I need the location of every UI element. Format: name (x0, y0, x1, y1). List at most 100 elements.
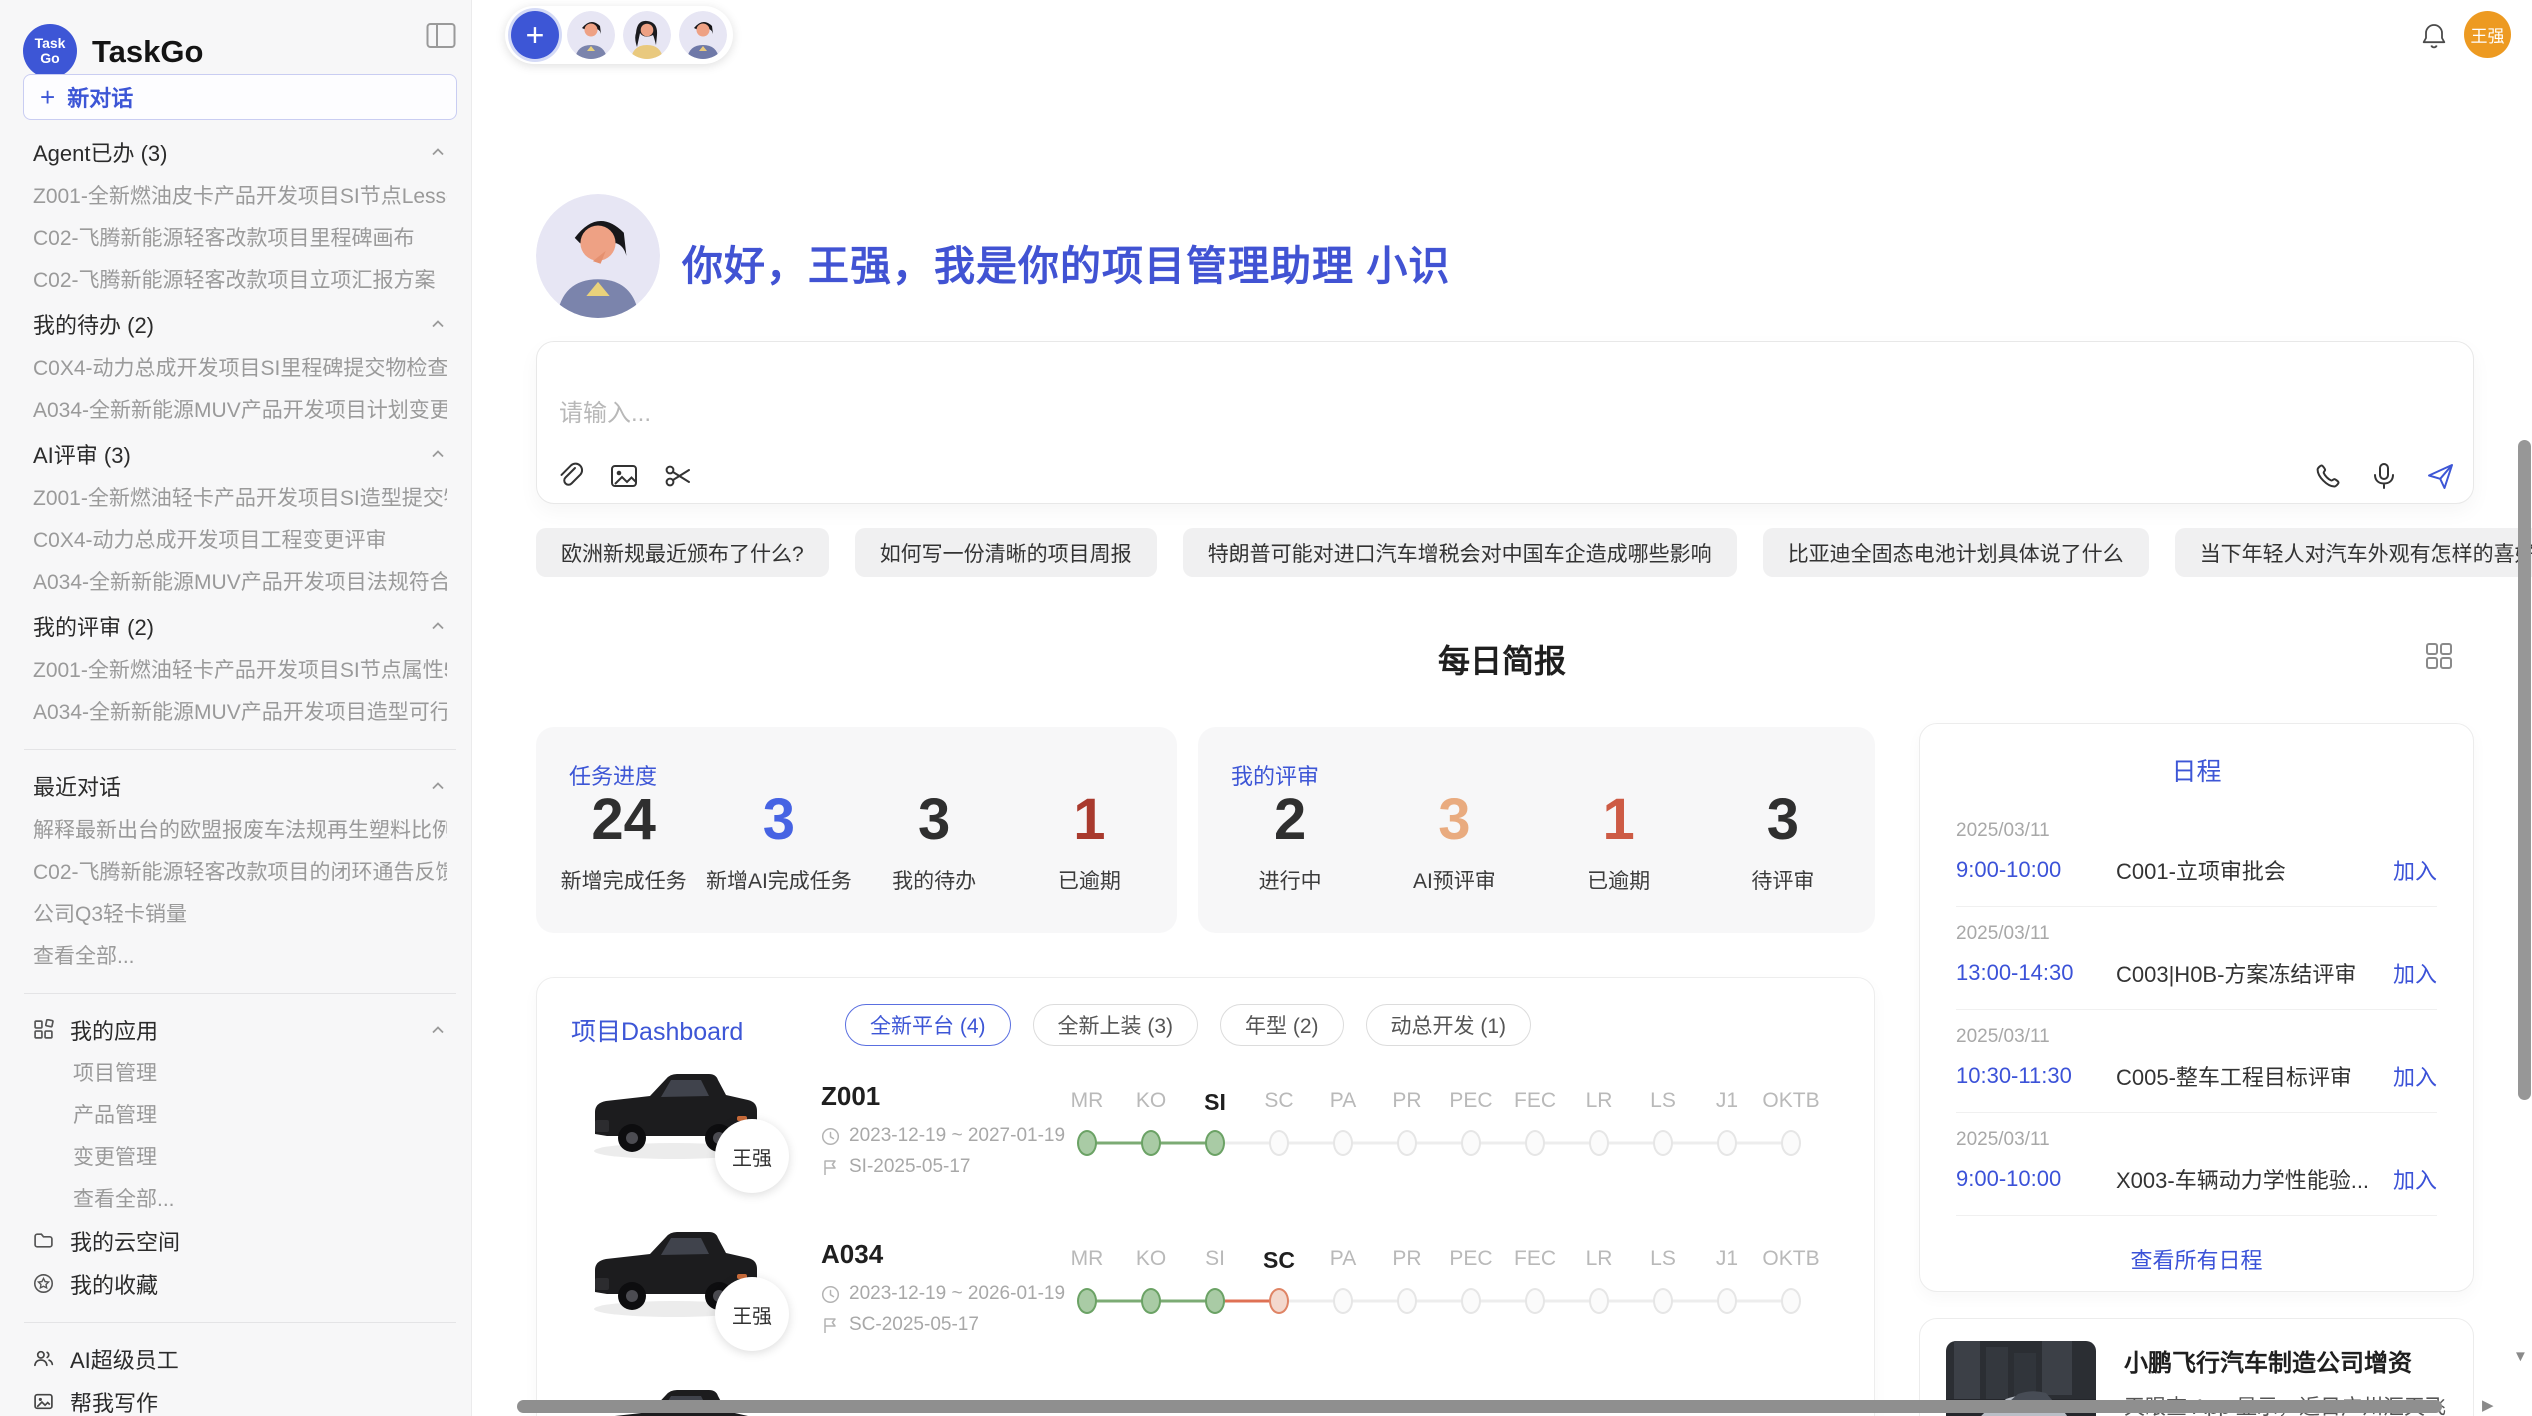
add-agent-button[interactable]: + (511, 11, 559, 59)
dashboard-tab[interactable]: 年型 (2) (1220, 1004, 1344, 1046)
sidebar-section-header[interactable]: 我的评审 (2) (33, 604, 447, 648)
schedule-date: 2025/03/11 (1956, 820, 2437, 842)
sidebar-tool-users[interactable]: AI超级员工 (33, 1337, 447, 1380)
scissors-icon[interactable] (663, 461, 693, 491)
sidebar-item[interactable]: A034-全新新能源MUV产品开发项目法规符合性评审 (33, 560, 447, 602)
dashboard-tab[interactable]: 全新平台 (4) (845, 1004, 1011, 1046)
dashboard-tab[interactable]: 全新上装 (3) (1033, 1004, 1199, 1046)
milestone-cell (1759, 1287, 1823, 1315)
send-icon[interactable] (2425, 461, 2455, 491)
project-code: Z001 (821, 1081, 880, 1112)
chat-input-box[interactable] (536, 341, 2474, 504)
stat-column: 24新增完成任务 (546, 789, 701, 895)
schedule-time: 13:00-14:30 (1956, 960, 2116, 986)
mic-icon[interactable] (2369, 461, 2399, 491)
stat-card-stats: 2进行中3AI预评审1已逾期3待评审 (1208, 789, 1865, 895)
milestone-dot (1141, 1130, 1161, 1156)
sidebar-item[interactable]: C0X4-动力总成开发项目SI里程碑提交物检查 (33, 346, 447, 388)
sidebar-item[interactable]: A034-全新新能源MUV产品开发项目计划变更表编写 (33, 388, 447, 430)
app-window: Task Go TaskGo + 新对话 Agent已办 (3)Z001-全新燃… (0, 0, 2532, 1416)
sidebar-collapse-icon[interactable] (426, 22, 456, 50)
sidebar-section-header[interactable]: Agent已办 (3) (33, 130, 447, 174)
my-apps-label: 我的应用 (70, 1014, 413, 1046)
join-link[interactable]: 加入 (2393, 957, 2437, 989)
sidebar-section-title: 最近对话 (33, 770, 121, 802)
sidebar-app-item[interactable]: 项目管理 (33, 1051, 447, 1093)
sidebar-tool-photo[interactable]: 帮我写作 (33, 1380, 447, 1416)
sidebar-item[interactable]: 公司Q3轻卡销量 (33, 892, 447, 934)
stat-column: 3新增AI完成任务 (701, 789, 856, 895)
sidebar-app-item[interactable]: 变更管理 (33, 1135, 447, 1177)
stat-value: 3 (701, 789, 856, 851)
sidebar-item-folder[interactable]: 我的云空间 (33, 1219, 447, 1262)
project-row[interactable]: 王强A0342023-12-19 ~ 2026-01-19SC-2025-05-… (537, 1199, 1874, 1357)
project-row[interactable]: 王强Z0012023-12-19 ~ 2027-01-19SI-2025-05-… (537, 1041, 1874, 1199)
stat-column: 2进行中 (1208, 789, 1372, 895)
stat-column: 3AI预评审 (1372, 789, 1536, 895)
sidebar-section-header[interactable]: AI评审 (3) (33, 432, 447, 476)
sidebar-item-star[interactable]: 我的收藏 (33, 1262, 447, 1305)
image-icon[interactable] (609, 461, 639, 491)
agent-avatar-2[interactable] (623, 11, 671, 59)
attachment-icon[interactable] (555, 461, 585, 491)
sidebar-item[interactable]: C02-飞腾新能源轻客改款项目的闭环通告反馈情况 (33, 850, 447, 892)
stat-label: 待评审 (1701, 865, 1865, 895)
stat-value: 3 (857, 789, 1012, 851)
milestone-dot (1141, 1288, 1161, 1314)
milestone-dot (1653, 1288, 1673, 1314)
user-avatar[interactable]: 王强 (2464, 11, 2511, 58)
suggestion-chip[interactable]: 比亚迪全固态电池计划具体说了什么 (1763, 528, 2149, 577)
agent-avatar-3[interactable] (679, 11, 727, 59)
stat-column: 1已逾期 (1012, 789, 1167, 895)
sidebar-item[interactable]: 查看全部... (33, 934, 447, 976)
phone-icon[interactable] (2313, 461, 2343, 491)
sidebar-item[interactable]: 解释最新出台的欧盟报废车法规再生塑料比例被调至15%... (33, 808, 447, 850)
sidebar-item[interactable]: C0X4-动力总成开发项目工程变更评审 (33, 518, 447, 560)
notification-bell-icon[interactable] (2420, 22, 2448, 50)
sidebar-item[interactable]: C02-飞腾新能源轻客改款项目立项汇报方案 (33, 258, 447, 300)
chat-input[interactable] (559, 400, 1759, 428)
project-owner-badge: 王强 (715, 1119, 789, 1193)
scroll-right-arrow[interactable]: ▶ (2482, 1396, 2494, 1414)
milestone-dot (1077, 1130, 1097, 1156)
horizontal-scrollbar[interactable] (517, 1400, 2442, 1413)
suggestion-chip[interactable]: 欧洲新规最近颁布了什么? (536, 528, 829, 577)
vertical-scrollbar[interactable] (2518, 440, 2531, 1100)
milestone-track: MRKOSISCPAPRPECFECLRLSJ1OKTB (1055, 1247, 1855, 1315)
star-icon (33, 1273, 54, 1294)
dashboard-tab[interactable]: 动总开发 (1) (1366, 1004, 1532, 1046)
suggestion-chip[interactable]: 如何写一份清晰的项目周报 (855, 528, 1157, 577)
sidebar-section-header[interactable]: 最近对话 (33, 764, 447, 808)
new-chat-button[interactable]: + 新对话 (23, 74, 457, 120)
schedule-item: 2025/03/11 10:30-11:30 C005-整车工程目标评审 加入 (1956, 1010, 2437, 1113)
milestone-dot (1077, 1288, 1097, 1314)
brief-layout-icon[interactable] (2424, 641, 2454, 671)
sidebar-section-header[interactable]: 我的待办 (2) (33, 302, 447, 346)
sidebar-item[interactable]: C02-飞腾新能源轻客改款项目里程碑画布 (33, 216, 447, 258)
sidebar-item-my-apps[interactable]: 我的应用 (33, 1008, 447, 1051)
schedule-time: 10:30-11:30 (1956, 1063, 2116, 1089)
dashboard-tabs: 全新平台 (4) 全新上装 (3) 年型 (2) 动总开发 (1) (845, 1004, 1531, 1046)
sidebar-app-item[interactable]: 查看全部... (33, 1177, 447, 1219)
suggestion-chip[interactable]: 特朗普可能对进口汽车增税会对中国车企造成哪些影响 (1183, 528, 1737, 577)
agent-avatar-1[interactable] (567, 11, 615, 59)
stat-label: 已逾期 (1537, 865, 1701, 895)
sidebar-item[interactable]: Z001-全新燃油轻卡产品开发项目SI节点属性5D文件评审 (33, 648, 447, 690)
project-flag-text: SC-2025-05-17 (849, 1314, 979, 1336)
join-link[interactable]: 加入 (2393, 1060, 2437, 1092)
sidebar-app-item[interactable]: 产品管理 (33, 1093, 447, 1135)
project-flag-milestone: SI-2025-05-17 (821, 1156, 970, 1178)
sidebar-item[interactable]: Z001-全新燃油轻卡产品开发项目SI造型提交物评审 (33, 476, 447, 518)
scroll-down-arrow[interactable]: ▼ (2513, 1348, 2528, 1365)
join-link[interactable]: 加入 (2393, 1163, 2437, 1195)
schedule-title: 日程 (1920, 752, 2473, 788)
milestone-label: SC (1247, 1247, 1311, 1274)
suggestion-chip[interactable]: 当下年轻人对汽车外观有怎样的喜好趋势 (2175, 528, 2532, 577)
sidebar-item[interactable]: A034-全新新能源MUV产品开发项目造型可行性评审 (33, 690, 447, 732)
join-link[interactable]: 加入 (2393, 854, 2437, 886)
chevron-up-icon (429, 143, 447, 161)
stat-value: 24 (546, 789, 701, 851)
milestone-label: PEC (1439, 1089, 1503, 1116)
sidebar-item[interactable]: Z001-全新燃油皮卡产品开发项目SI节点Lesson Learn报告 (33, 174, 447, 216)
view-all-schedule-link[interactable]: 查看所有日程 (1920, 1243, 2473, 1275)
